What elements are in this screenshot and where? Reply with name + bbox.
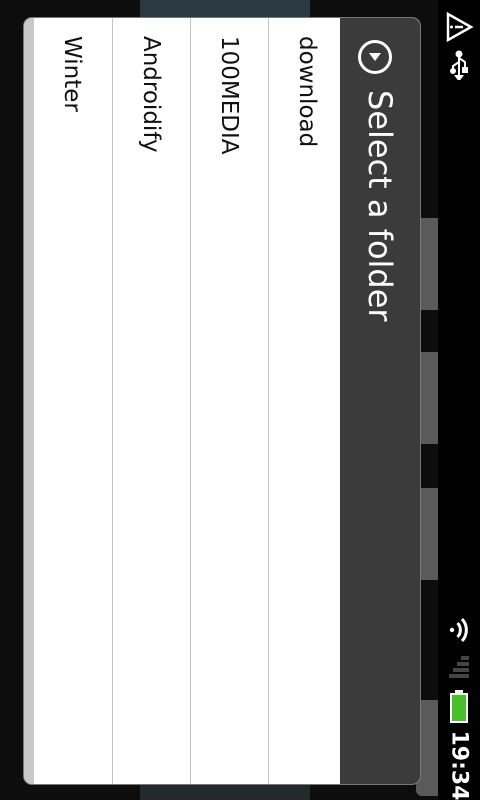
- dialog-title-text: Select a folder: [361, 90, 399, 322]
- folder-label: Winter: [59, 36, 85, 112]
- dialog-title: Select a folder: [340, 90, 420, 370]
- folder-list[interactable]: download 100MEDIA Androidify Winter: [24, 18, 340, 784]
- select-folder-dialog: Select a folder download 100MEDIA Androi…: [24, 18, 420, 784]
- folder-label: download: [294, 36, 320, 148]
- status-bar: 19:34: [438, 0, 480, 800]
- status-time-text: 19:34: [446, 729, 472, 800]
- alert-icon: [438, 10, 480, 44]
- list-scrollbar[interactable]: [24, 18, 34, 784]
- usb-icon: [438, 48, 480, 82]
- folder-label: 100MEDIA: [216, 36, 242, 155]
- folder-item-winter[interactable]: Winter: [34, 18, 112, 784]
- folder-item-download[interactable]: download: [268, 18, 340, 784]
- wifi-icon: [438, 612, 480, 648]
- circle-chevron-icon: [358, 40, 392, 74]
- dialog-title-bar: Select a folder: [340, 18, 420, 784]
- folder-item-100media[interactable]: 100MEDIA: [190, 18, 268, 784]
- battery-icon: [438, 688, 480, 726]
- signal-icon: [438, 652, 480, 684]
- folder-label: Androidify: [138, 36, 164, 153]
- status-clock: 19:34: [438, 730, 480, 800]
- folder-item-androidify[interactable]: Androidify: [112, 18, 190, 784]
